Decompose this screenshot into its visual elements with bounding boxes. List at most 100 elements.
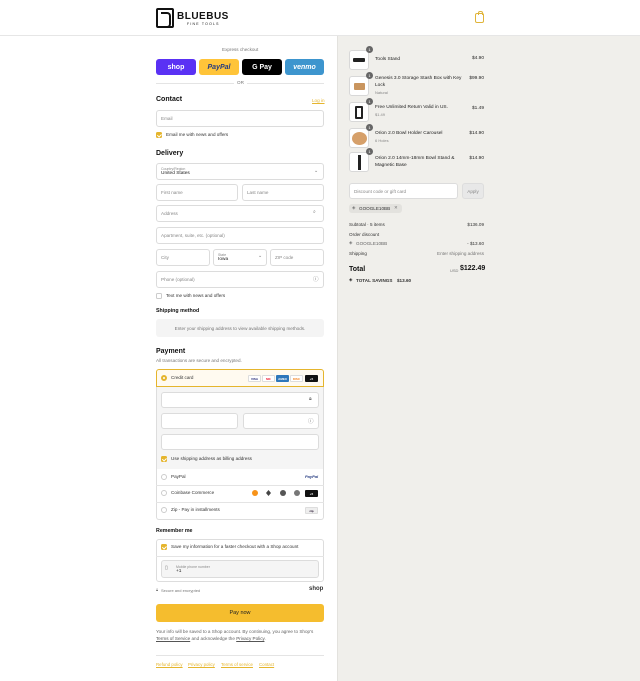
tag-icon: ◈ [349,240,353,245]
legal-text: Your info will be saved to a Shop accoun… [156,628,324,642]
item-variant: 6 Holes [375,138,389,143]
email-field[interactable]: Email [156,110,324,127]
divider [156,502,324,503]
brand-tagline: FINE TOOLS [187,21,220,26]
zip-option-label[interactable]: Zip - Pay in installments [171,507,220,512]
item-name: Tools Stand [375,57,401,62]
total-label: Total [349,266,366,273]
terms-of-service-link[interactable]: Terms of service [221,662,253,667]
state-value: Iowa [218,257,229,262]
dogecoin-icon [294,490,300,496]
tag-icon: ◈ [349,277,353,282]
shipping-label: Shipping [349,251,367,256]
last-name-field[interactable]: Last name [242,184,324,201]
subtotal-value: $136.09 [467,222,484,227]
name-on-card-field[interactable] [161,434,319,450]
news-checkbox[interactable] [156,132,162,138]
apply-button[interactable]: Apply [462,183,484,199]
login-link[interactable]: Log in [312,98,325,103]
search-icon: ⌕ [313,209,316,215]
close-icon[interactable]: ✕ [394,205,398,211]
litecoin-icon [280,490,286,496]
item-name: Genesis 3.0 Storage Stash Box with Key L… [375,76,462,88]
zip-radio[interactable] [161,507,167,513]
brand-name: BLUEBUS [177,10,229,22]
paypal-radio[interactable] [161,474,167,480]
tag-icon: ◈ [352,205,356,210]
subtotal-label: Subtotal · 5 items [349,222,385,227]
phone-field[interactable]: Phone (optional) [156,271,324,288]
zip-field[interactable]: ZIP code [270,249,324,266]
terms-link[interactable]: Terms of Service [156,636,190,641]
mobile-value: +1 [176,568,182,574]
mobile-phone-icon: ▯ [165,565,168,571]
product-thumbnail [349,50,369,70]
item-price: $14.90 [469,131,484,136]
pay-now-button[interactable]: Pay now [156,604,324,622]
shipping-method-heading: Shipping method [156,308,200,314]
header: BLUEBUS FINE TOOLS [0,0,640,36]
item-price: $14.90 [469,156,484,161]
help-icon[interactable]: ⓘ [308,417,314,425]
product-thumbnail [349,102,369,122]
item-name: Free Unlimited Return Valid in US. [375,105,448,110]
item-variant: $1.49 [375,112,386,117]
discount-tag-code: GOOGLE10BB [359,206,391,211]
credit-card-radio[interactable] [161,375,167,381]
legal-period: . [264,636,266,641]
shop-pay-button[interactable]: shop [156,59,196,75]
google-pay-button[interactable]: G Pay [242,59,282,75]
apartment-field[interactable]: Apartment, suite, etc. (optional) [156,227,324,244]
brand-logo[interactable]: BLUEBUS FINE TOOLS [156,7,229,29]
news-label: Email me with news and offers [166,132,229,137]
product-thumbnail [349,76,369,96]
shipping-value: Enter shipping address [437,251,484,256]
contact-link[interactable]: Contact [259,662,274,667]
lock-icon: 🔒︎ [309,396,312,402]
item-name: Orion 2.0 Bowl Holder Carousel [375,131,443,136]
card-number-field[interactable] [161,392,319,408]
first-name-field[interactable]: First name [156,184,238,201]
venmo-button[interactable]: venmo [285,59,324,75]
legal-text-part1: Your info will be saved to a Shop accoun… [156,629,314,634]
privacy-link[interactable]: Privacy Policy [236,636,264,641]
help-icon[interactable]: ⓘ [313,275,319,283]
contact-heading: Contact [156,96,183,103]
paypal-logo: PayPal [305,474,319,479]
divider [156,655,324,656]
discount-code-field[interactable]: Discount code or gift card [349,183,458,199]
refund-policy-link[interactable]: Refund policy [156,662,183,667]
bitcoin-icon [252,490,258,496]
mobile-phone-field[interactable]: Mobile phone number +1 [161,560,319,578]
visa-icon: VISA [248,375,261,382]
paypal-button[interactable]: PayPal [199,59,239,75]
expiration-date-field[interactable] [161,413,238,429]
item-price: $4.90 [471,56,484,61]
order-discount-label: Order discount [349,232,380,237]
city-field[interactable]: City [156,249,210,266]
coinbase-radio[interactable] [161,490,167,496]
country-value: United States [161,171,190,176]
text-offers-checkbox[interactable] [156,293,162,299]
more-cards-icon: +5 [305,375,318,382]
paypal-option-label[interactable]: PayPal [171,474,186,479]
zip-logo: zip [305,507,318,514]
product-thumbnail [349,128,369,148]
shopping-bag-icon[interactable] [475,11,484,23]
billing-address-checkbox[interactable] [161,456,167,462]
address-field[interactable]: Address [156,205,324,222]
discount-code: GOOGLE10BB [356,241,388,246]
chevron-down-icon: ⌄ [314,168,319,174]
coinbase-option-label[interactable]: Coinbase Commerce [171,490,214,495]
total-value: $122.49 [460,265,486,272]
save-info-checkbox[interactable] [161,544,167,550]
privacy-policy-link[interactable]: Privacy policy [188,662,215,667]
legal-text-part2: and acknowledge the [191,636,235,641]
lock-icon: 🔒︎ [156,587,159,592]
item-name: Orion 2.0 14mm-18mm Bowl Stand & Magneti… [375,156,455,168]
quantity-badge: 1 [366,148,373,155]
or-separator: OR [234,80,247,85]
currency-code: USD [450,268,459,273]
shipping-method-message: Enter your shipping address to view avai… [156,319,324,337]
country-select[interactable]: Country/Region United States [156,163,324,180]
